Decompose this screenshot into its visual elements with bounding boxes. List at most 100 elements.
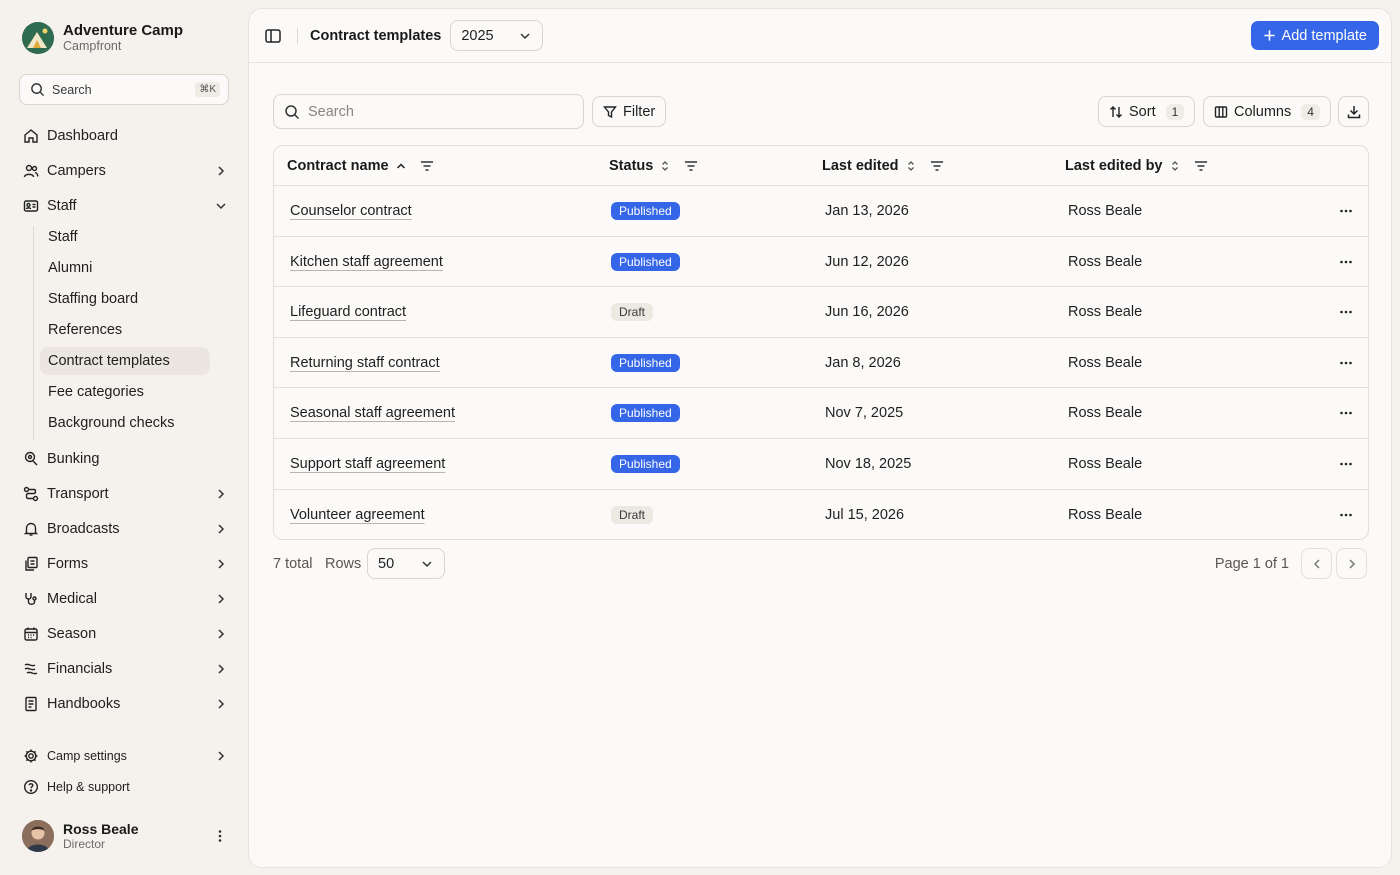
add-template-button[interactable]: Add template [1250, 21, 1379, 50]
nav-staff[interactable]: Staff [22, 193, 228, 219]
column-header-status[interactable]: Status [609, 146, 699, 186]
user-menu[interactable]: Ross Beale Director [22, 820, 228, 852]
contract-name-cell: Lifeguard contract [290, 287, 406, 337]
nav-medical[interactable]: Medical [22, 586, 228, 612]
add-template-label: Add template [1281, 27, 1367, 44]
more-vertical-icon[interactable] [212, 828, 228, 844]
column-header-last-edited[interactable]: Last edited [822, 146, 945, 186]
sidebar: Adventure Camp Campfront Search ⌘K Dashb… [0, 0, 248, 875]
sub-item-background-checks[interactable]: Background checks [40, 409, 210, 437]
table-row[interactable]: Returning staff contract Published Jan 8, … [274, 338, 1368, 389]
prev-page-button[interactable] [1301, 548, 1332, 579]
bell-icon [22, 521, 39, 538]
topbar: Contract templates 2025 Add template [249, 9, 1391, 63]
search-icon [31, 83, 45, 97]
contract-name-link[interactable]: Support staff agreement [290, 456, 445, 472]
nav-season[interactable]: Season [22, 621, 228, 647]
header-label: Last edited [822, 158, 899, 174]
table-row[interactable]: Volunteer agreement Draft Jul 15, 2026 Ross… [274, 490, 1368, 539]
more-horizontal-icon[interactable] [1338, 405, 1354, 421]
contract-name-cell: Volunteer agreement [290, 490, 425, 539]
sidebar-search[interactable]: Search ⌘K [19, 74, 229, 105]
chevron-down-icon [216, 203, 226, 210]
nav-label: Campers [47, 163, 106, 179]
filter-lines-icon[interactable] [419, 158, 435, 174]
rows-per-page-select[interactable]: 50 [367, 548, 445, 579]
filter-button[interactable]: Filter [592, 96, 667, 127]
nav-financials[interactable]: Financials [22, 656, 228, 682]
contract-name-link[interactable]: Kitchen staff agreement [290, 254, 443, 270]
chevron-right-icon [218, 664, 225, 674]
avatar [22, 820, 54, 852]
chevron-right-icon [218, 524, 225, 534]
org-switcher[interactable]: Adventure Camp Campfront [22, 22, 183, 54]
table-search-input[interactable]: Search [273, 94, 584, 129]
sub-item-contract-templates[interactable]: Contract templates [40, 347, 210, 375]
org-subtitle: Campfront [63, 39, 122, 53]
status-cell: Published [611, 439, 680, 489]
table-row[interactable]: Counselor contract Published Jan 13, 2026 R… [274, 186, 1368, 237]
contract-name-link[interactable]: Counselor contract [290, 203, 412, 219]
more-horizontal-icon[interactable] [1338, 355, 1354, 371]
more-horizontal-icon[interactable] [1338, 304, 1354, 320]
contract-name-link[interactable]: Volunteer agreement [290, 507, 425, 523]
sort-button[interactable]: Sort 1 [1098, 96, 1196, 127]
nav-help-support[interactable]: Help & support [22, 774, 228, 800]
nav-handbooks[interactable]: Handbooks [22, 691, 228, 717]
sort-icon [662, 161, 669, 171]
contract-name-cell: Support staff agreement [290, 439, 445, 489]
next-page-button[interactable] [1336, 548, 1367, 579]
table-row[interactable]: Support staff agreement Published Nov 18, … [274, 439, 1368, 490]
nav-broadcasts[interactable]: Broadcasts [22, 516, 228, 542]
more-horizontal-icon[interactable] [1338, 203, 1354, 219]
nav-transport[interactable]: Transport [22, 481, 228, 507]
nav-label: Camp settings [47, 749, 127, 763]
last-edited-cell: Jul 15, 2026 [825, 506, 905, 523]
sub-item-alumni[interactable]: Alumni [40, 254, 210, 282]
nav-campers[interactable]: Campers [22, 158, 228, 184]
contract-name-cell: Kitchen staff agreement [290, 237, 443, 287]
shortcut-badge: ⌘K [195, 82, 220, 97]
more-horizontal-icon[interactable] [1338, 507, 1354, 523]
nav-dashboard[interactable]: Dashboard [22, 123, 228, 149]
contract-name-link[interactable]: Returning staff contract [290, 355, 440, 371]
status-badge: Published [611, 202, 680, 220]
year-select[interactable]: 2025 [450, 20, 544, 51]
page-title: Contract templates [310, 27, 442, 44]
filter-lines-icon[interactable] [1193, 158, 1209, 174]
sidebar-toggle-icon[interactable] [263, 26, 283, 46]
status-cell: Published [611, 388, 680, 438]
table-row[interactable]: Kitchen staff agreement Published Jun 12, … [274, 237, 1368, 288]
sub-item-fee-categories[interactable]: Fee categories [40, 378, 210, 406]
columns-button[interactable]: Columns 4 [1203, 96, 1331, 127]
column-header-contract-name[interactable]: Contract name [287, 146, 435, 186]
sub-item-staffing-board[interactable]: Staffing board [40, 285, 210, 313]
sub-item-staff[interactable]: Staff [40, 223, 210, 251]
filter-lines-icon[interactable] [683, 158, 699, 174]
status-cell: Draft [611, 287, 654, 337]
status-cell: Published [611, 237, 680, 287]
route-icon [22, 486, 39, 503]
last-edited-cell: Nov 7, 2025 [825, 405, 904, 422]
export-button[interactable] [1338, 96, 1369, 127]
nav-forms[interactable]: Forms [22, 551, 228, 577]
filter-lines-icon[interactable] [929, 158, 945, 174]
id-card-icon [22, 198, 39, 215]
columns-icon [1214, 105, 1228, 118]
nav-camp-settings[interactable]: Camp settings [22, 743, 228, 769]
table-row[interactable]: Seasonal staff agreement Published Nov 7, … [274, 388, 1368, 439]
column-header-last-edited-by[interactable]: Last edited by [1065, 146, 1209, 186]
table-header: Contract name Status Last edited Last ed… [274, 146, 1368, 186]
table-toolbar: Search Filter Sort 1 Columns 4 [273, 94, 1369, 129]
sub-item-references[interactable]: References [40, 316, 210, 344]
table-row[interactable]: Lifeguard contract Draft Jun 16, 2026 Ross … [274, 287, 1368, 338]
chevron-right-icon [218, 699, 225, 709]
contract-name-link[interactable]: Lifeguard contract [290, 304, 406, 320]
nav-bunking[interactable]: Bunking [22, 446, 228, 472]
status-badge: Published [611, 353, 680, 372]
sort-icon [1171, 161, 1178, 171]
sort-label: Sort [1129, 103, 1156, 120]
more-horizontal-icon[interactable] [1338, 456, 1354, 472]
more-horizontal-icon[interactable] [1338, 254, 1354, 270]
contract-name-link[interactable]: Seasonal staff agreement [290, 405, 455, 421]
